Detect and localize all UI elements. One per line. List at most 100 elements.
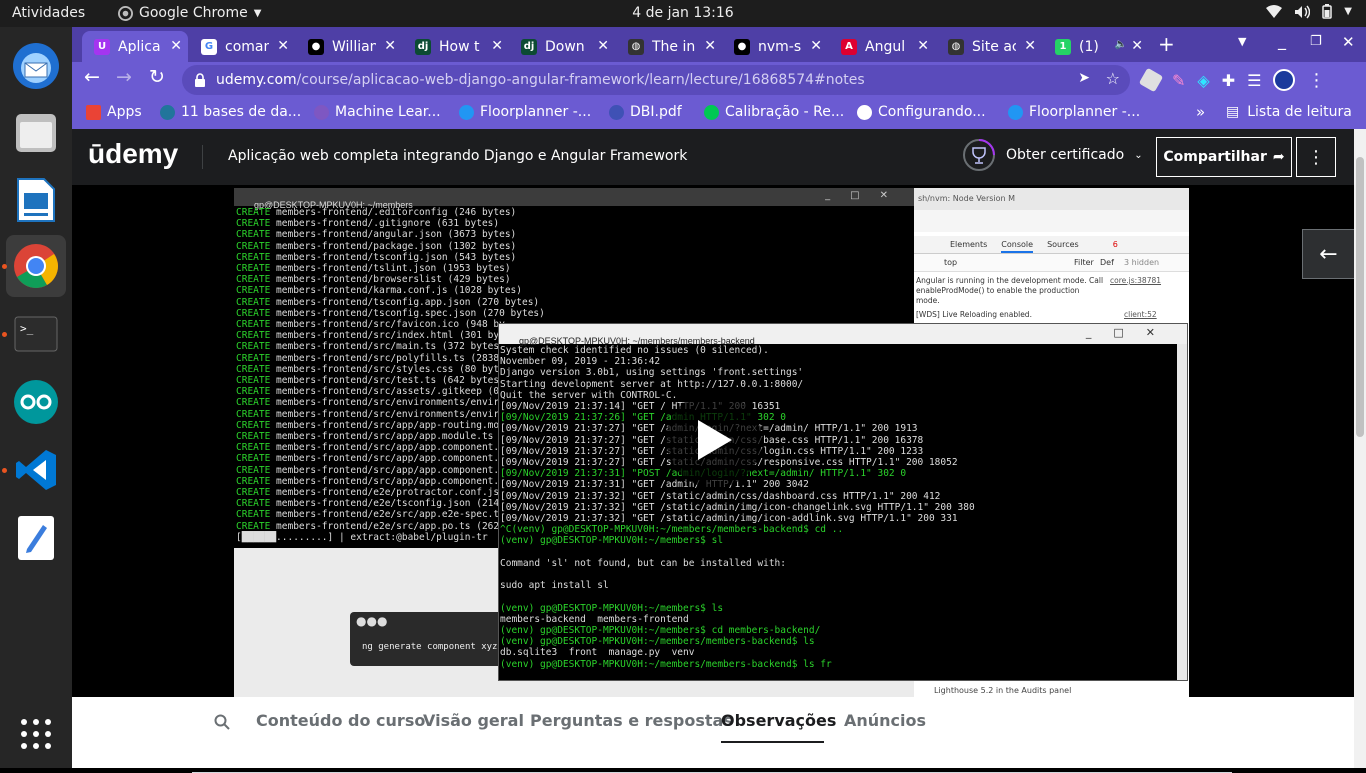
tab-course-content[interactable]: Conteúdo do curso <box>256 711 425 730</box>
reload-icon[interactable]: ↻ <box>149 66 165 88</box>
tab-close-icon[interactable]: ✕ <box>704 38 716 54</box>
dock-files[interactable] <box>6 101 66 163</box>
browser-tab[interactable]: ● Willian ✕ <box>296 31 402 62</box>
page-scrollbar[interactable] <box>1354 129 1366 768</box>
activities-button[interactable]: Atividades <box>12 5 85 21</box>
diamond-extension-icon[interactable]: ◈ <box>1197 71 1209 90</box>
thunderbird-icon <box>13 43 59 89</box>
search-icon[interactable] <box>214 714 230 730</box>
video-player[interactable]: sh/nvm: Node Version M Elements Console … <box>72 185 1354 697</box>
dock-terminal[interactable]: >_ <box>6 303 66 365</box>
new-tab-icon[interactable]: + <box>1158 32 1175 56</box>
running-indicator <box>2 332 7 337</box>
svg-text:>_: >_ <box>20 322 34 335</box>
browser-tab[interactable]: dj Down ✕ <box>509 31 615 62</box>
browser-tab[interactable]: 1 (1) ✕ 🔈 <box>1043 31 1149 62</box>
bookmark-item[interactable]: Floorplanner -... <box>459 104 591 120</box>
dock-libreoffice-impress[interactable] <box>6 169 66 231</box>
browser-tab[interactable]: ◍ Site ac ✕ <box>936 31 1042 62</box>
terminal-line: [09/Nov/2019 21:37:32] "GET /static/admi… <box>500 490 941 502</box>
eyedropper-extension-icon[interactable]: ✎ <box>1172 71 1185 90</box>
app-menu[interactable]: Google Chrome ▼ <box>118 5 261 21</box>
browser-tab[interactable]: A Angul ✕ <box>829 31 935 62</box>
clock[interactable]: 4 de jan 13:16 <box>632 5 733 21</box>
tab-close-icon[interactable]: ✕ <box>810 38 822 54</box>
bookmark-icon <box>160 104 175 120</box>
share-button[interactable]: Compartilhar ➦ <box>1156 137 1292 177</box>
cube-extension-icon[interactable] <box>1138 67 1164 93</box>
back-icon[interactable]: ← <box>84 66 100 88</box>
scrollbar-thumb[interactable] <box>1356 157 1364 437</box>
running-indicator <box>2 264 7 269</box>
terminal-line: CREATE members-frontend/package.json (13… <box>236 240 517 252</box>
bookmark-label: Apps <box>107 104 142 120</box>
dock-thunderbird[interactable] <box>6 35 66 97</box>
dock-arduino[interactable] <box>6 371 66 433</box>
show-applications-button[interactable] <box>6 703 66 765</box>
tab-audio-icon[interactable]: 🔈 <box>1115 39 1127 50</box>
terminal-1-controls: _□✕ <box>825 190 908 201</box>
tab-title: Aplica <box>118 38 161 55</box>
course-title[interactable]: Aplicação web completa integrando Django… <box>228 148 687 164</box>
bookmark-item[interactable]: Apps <box>86 104 142 120</box>
bookmark-item[interactable]: 11 bases de da... <box>160 104 301 120</box>
dock-vscode[interactable] <box>6 439 66 501</box>
certificate-button[interactable]: Obter certificado ⌄ <box>962 138 1143 172</box>
bookmark-item[interactable]: DBI.pdf <box>609 104 682 120</box>
tab-close-icon[interactable]: ✕ <box>1024 38 1036 54</box>
profile-avatar[interactable] <box>1273 69 1296 91</box>
minimize-icon[interactable]: _ <box>1278 31 1286 50</box>
tab-search-icon[interactable]: ▼ <box>1238 35 1246 48</box>
bookmark-item[interactable]: Machine Lear... <box>314 104 441 120</box>
tab-close-icon[interactable]: ✕ <box>491 38 503 54</box>
browser-tab[interactable]: U Aplica ✕ <box>82 31 188 62</box>
tab-close-icon[interactable]: ✕ <box>597 38 609 54</box>
play-button[interactable] <box>666 392 762 488</box>
reading-queue-icon[interactable]: ☰ <box>1247 71 1261 90</box>
close-window-icon[interactable]: ✕ <box>1342 33 1355 51</box>
bookmark-item[interactable]: Calibração - Re... <box>704 104 844 120</box>
bookmark-item[interactable]: Configurando... <box>857 104 986 120</box>
tab-questions[interactable]: Perguntas e respostas <box>530 711 733 730</box>
bookmark-star-icon[interactable]: ☆ <box>1106 69 1120 88</box>
udemy-logo[interactable]: ūdemy <box>88 138 178 170</box>
terminal-line: CREATE members-frontend/angular.json (36… <box>236 229 517 241</box>
system-tray[interactable]: ▼ <box>1266 4 1352 19</box>
active-tab-underline <box>721 741 824 743</box>
bookmarks-overflow-icon[interactable]: » <box>1196 103 1205 121</box>
tab-notes[interactable]: Observações <box>721 711 836 730</box>
course-content-toggle[interactable]: ← <box>1302 229 1354 279</box>
more-options-button[interactable]: ⋮ <box>1296 137 1336 177</box>
tab-announcements[interactable]: Anúncios <box>844 711 926 730</box>
tab-title: coman <box>225 38 269 55</box>
browser-tab[interactable]: Gcoman ✕ <box>189 31 295 62</box>
send-to-device-icon[interactable]: ➤ <box>1078 70 1090 86</box>
dock-text-editor[interactable] <box>6 507 66 569</box>
devtools-console-msg: Angular is running in the development mo… <box>916 276 1104 305</box>
tab-close-icon[interactable]: ✕ <box>917 38 929 54</box>
tab-close-icon[interactable]: ✕ <box>277 38 289 54</box>
browser-tab[interactable]: ◍ The in ✕ <box>616 31 722 62</box>
terminal-line: ^C(venv) gp@DESKTOP-MPKUV0H:~/members/me… <box>500 524 844 536</box>
menu-kebab-icon[interactable]: ⋮ <box>1307 70 1325 91</box>
tab-close-icon[interactable]: ✕ <box>1131 38 1143 54</box>
puzzle-extensions-icon[interactable]: ✚ <box>1222 71 1235 90</box>
tab-close-icon[interactable]: ✕ <box>384 38 396 54</box>
address-bar[interactable]: udemy.com/course/aplicacao-web-django-an… <box>182 65 1130 95</box>
forward-icon[interactable]: → <box>116 66 132 88</box>
terminal-2-scrollbar <box>1177 344 1187 680</box>
restore-icon[interactable]: ❐ <box>1310 34 1322 49</box>
tab-close-icon[interactable]: ✕ <box>170 38 182 54</box>
reading-list-button[interactable]: ▤ Lista de leitura <box>1226 104 1352 120</box>
video-frame: sh/nvm: Node Version M Elements Console … <box>234 188 1189 697</box>
bookmark-item[interactable]: Floorplanner -... <box>1008 104 1140 120</box>
browser-tab[interactable]: dj How t ✕ <box>403 31 509 62</box>
ng-command: ng generate component xyz <box>362 642 498 652</box>
browser-tab[interactable]: ● nvm-s ✕ <box>722 31 828 62</box>
dock-chrome[interactable] <box>6 235 66 297</box>
certificate-label: Obter certificado <box>1006 147 1125 163</box>
lock-icon <box>195 73 205 87</box>
tab-overview[interactable]: Visão geral <box>423 711 524 730</box>
tab-favicon-icon: 1 <box>1055 38 1071 55</box>
terminal-line: [09/Nov/2019 21:37:32] "GET /static/admi… <box>500 513 958 525</box>
